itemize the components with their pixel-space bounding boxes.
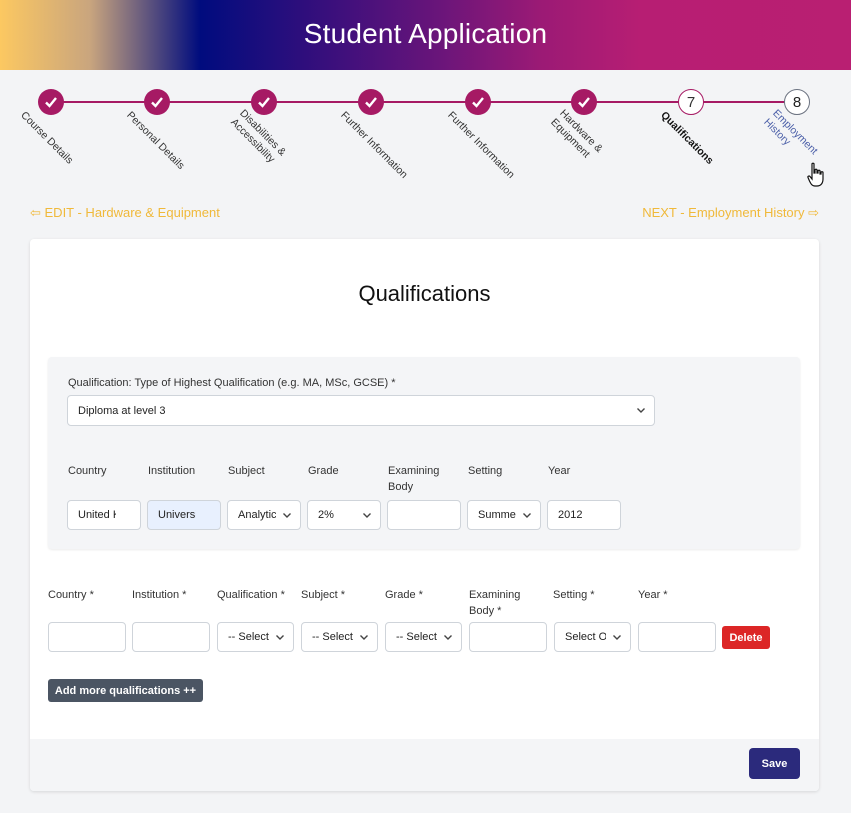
highest-qualification-value: Diploma at level 3: [78, 404, 166, 417]
step-3-check-icon[interactable]: [251, 89, 277, 115]
saved-examining-body-header-b: Body: [388, 481, 414, 493]
step-6-check-icon[interactable]: [571, 89, 597, 115]
page-title: Student Application: [303, 18, 548, 49]
saved-examining-body-input[interactable]: [387, 500, 461, 530]
step-8-number: 8: [792, 93, 802, 111]
new-year-header: Year *: [638, 589, 668, 601]
step-2-check-icon[interactable]: [144, 89, 170, 115]
section-title: Qualifications: [358, 281, 491, 306]
chevron-down-icon: [360, 635, 368, 640]
new-subject-select[interactable]: -- Select --: [301, 622, 378, 652]
step-2-label[interactable]: Personal Details: [124, 109, 187, 172]
saved-subject-select[interactable]: Analytics: [227, 500, 301, 530]
new-grade-header: Grade *: [385, 589, 423, 601]
highest-qualification-select[interactable]: Diploma at level 3: [67, 395, 655, 426]
step-7-number: 7: [686, 93, 696, 111]
new-country-header: Country *: [48, 589, 94, 601]
chevron-down-icon: [363, 513, 371, 518]
qualifications-card: Qualifications Qualification: Type of Hi…: [30, 239, 819, 791]
add-more-qualifications-button[interactable]: Add more qualifications ++: [48, 679, 203, 702]
new-examining-body-header-a: Examining: [469, 589, 521, 601]
new-subject-value: -- Select --: [312, 631, 353, 643]
delete-row-button[interactable]: Delete: [722, 626, 770, 649]
saved-qualification-panel: Qualification: Type of Highest Qualifica…: [48, 357, 800, 549]
new-setting-value: Select Option: [565, 631, 606, 643]
new-institution-header: Institution *: [132, 589, 187, 601]
chevron-down-icon: [637, 408, 645, 413]
new-qualification-select[interactable]: -- Select --: [217, 622, 294, 652]
saved-institution-header: Institution: [148, 465, 196, 477]
saved-grade-select[interactable]: 2%: [307, 500, 381, 530]
saved-institution-input[interactable]: University: [147, 500, 221, 530]
saved-subject-header: Subject: [228, 465, 265, 477]
saved-grade-value: 2%: [318, 509, 334, 521]
saved-country-value: United Kingdom: [78, 509, 116, 521]
chevron-down-icon: [613, 635, 621, 640]
chevron-down-icon: [523, 513, 531, 518]
chevron-down-icon: [444, 635, 452, 640]
app-header: Student Application: [0, 0, 851, 70]
card-footer: Save: [30, 739, 819, 791]
saved-year-value: 2012: [558, 509, 583, 521]
save-button[interactable]: Save: [749, 748, 800, 779]
step-8-pending[interactable]: 8: [784, 89, 810, 115]
new-qualification-header: Qualification *: [217, 589, 285, 601]
step-1-check-icon[interactable]: [38, 89, 64, 115]
chevron-down-icon: [276, 635, 284, 640]
saved-year-input[interactable]: 2012: [547, 500, 621, 530]
step-4-check-icon[interactable]: [358, 89, 384, 115]
new-year-input[interactable]: [638, 622, 716, 652]
step-1-label[interactable]: Course Details: [18, 109, 75, 166]
new-setting-header: Setting *: [553, 589, 595, 601]
saved-setting-header: Setting: [468, 465, 503, 477]
saved-subject-value: Analytics: [238, 509, 276, 521]
new-grade-select[interactable]: -- Select --: [385, 622, 462, 652]
next-step-link[interactable]: NEXT - Employment History ⇨: [642, 205, 819, 221]
new-qualification-value: -- Select --: [228, 631, 269, 643]
chevron-down-icon: [283, 513, 291, 518]
new-examining-body-input[interactable]: [469, 622, 547, 652]
saved-setting-value: Summer: [478, 509, 516, 521]
new-grade-value: -- Select --: [396, 631, 437, 643]
saved-examining-body-header-a: Examining: [388, 465, 440, 477]
new-institution-input[interactable]: [132, 622, 210, 652]
saved-year-header: Year: [548, 465, 571, 477]
saved-country-input[interactable]: United Kingdom: [67, 500, 141, 530]
highest-qualification-label: Qualification: Type of Highest Qualifica…: [68, 377, 396, 389]
step-5-check-icon[interactable]: [465, 89, 491, 115]
hand-pointer-icon: [807, 162, 824, 187]
step-5-label[interactable]: Further Information: [445, 109, 517, 181]
saved-country-header: Country: [68, 465, 107, 477]
new-examining-body-header-b: Body *: [469, 605, 502, 617]
new-setting-select[interactable]: Select Option: [554, 622, 631, 652]
saved-institution-value: University: [158, 509, 196, 521]
step-4-label[interactable]: Further Information: [338, 109, 410, 181]
saved-grade-header: Grade: [308, 465, 339, 477]
step-7-current[interactable]: 7: [678, 89, 704, 115]
step-7-label[interactable]: Qualifications: [658, 109, 716, 167]
prev-step-link[interactable]: ⇦ EDIT - Hardware & Equipment: [30, 205, 220, 221]
new-subject-header: Subject *: [301, 589, 346, 601]
saved-setting-select[interactable]: Summer: [467, 500, 541, 530]
new-country-input[interactable]: [48, 622, 126, 652]
